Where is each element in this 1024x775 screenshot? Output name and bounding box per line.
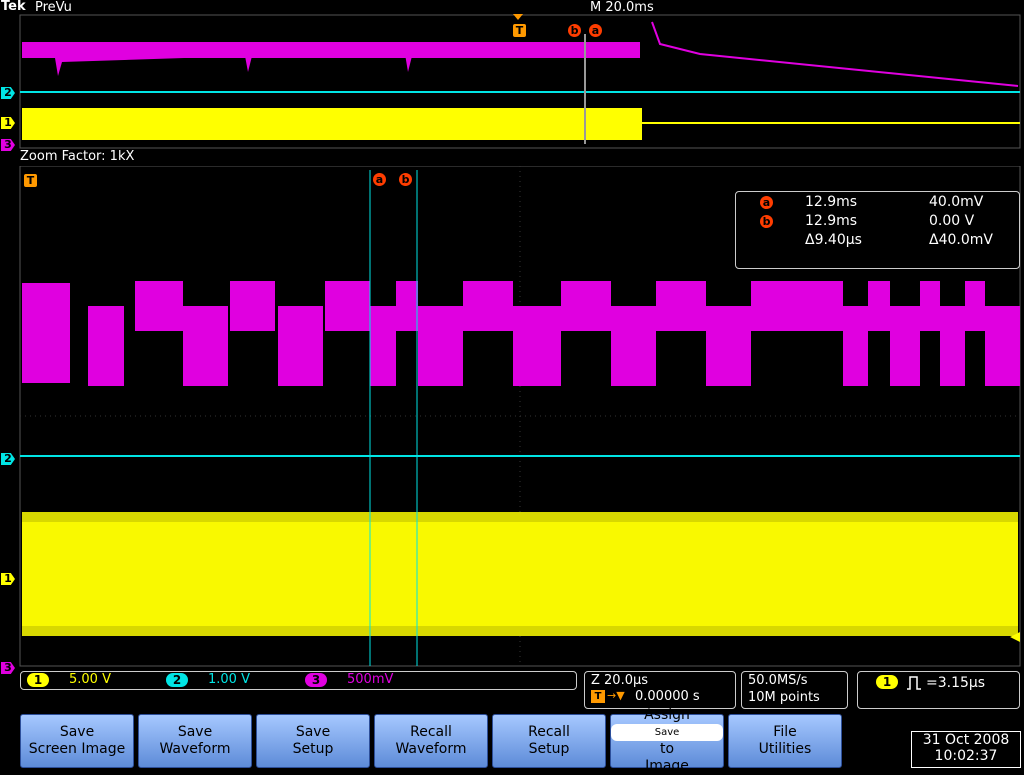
trigger-pos-arrow-icon: →▼ bbox=[607, 689, 625, 702]
readout-b-icon: b bbox=[760, 215, 773, 228]
readout-delta-volt: Δ40.0mV bbox=[929, 232, 993, 248]
readout-b-time: 12.9ms bbox=[805, 213, 858, 229]
preview-ch1-fill bbox=[22, 108, 642, 140]
sample-rate: 50.0MS/s bbox=[748, 673, 808, 688]
preview-ch3-fill bbox=[22, 42, 640, 58]
zoom-ch1-core bbox=[22, 522, 1018, 626]
button-label-line1: Assign bbox=[644, 707, 690, 723]
button-label-line1: Recall bbox=[528, 724, 570, 740]
button-label-line2: Waveform bbox=[159, 741, 231, 757]
assign-save-button[interactable]: Assign Save to Image bbox=[610, 707, 724, 774]
button-label-line2: Waveform bbox=[395, 741, 467, 757]
zoom-info-box[interactable]: Z 20.0µs T →▼ 0.00000 s bbox=[584, 671, 736, 709]
readout-a-icon: a bbox=[760, 196, 773, 209]
status-ch2-chip[interactable]: 2 bbox=[166, 673, 188, 687]
datetime-display: 31 Oct 2008 10:02:37 bbox=[911, 731, 1021, 768]
pulse-icon bbox=[907, 676, 921, 690]
readout-a-time: 12.9ms bbox=[805, 194, 858, 210]
save-screen-image-button[interactable]: Save Screen Image bbox=[20, 714, 134, 768]
zoom-cursor-a-marker[interactable]: a bbox=[373, 173, 386, 186]
time-label: 10:02:37 bbox=[934, 748, 998, 764]
record-length: 10M points bbox=[748, 690, 820, 705]
preview-display[interactable] bbox=[0, 14, 1024, 152]
brand-logo: Tek bbox=[1, 0, 26, 14]
save-setup-button[interactable]: Save Setup bbox=[256, 714, 370, 768]
channel-status-bar: 1 5.00 V 2 1.00 V 3 500mV bbox=[20, 671, 577, 690]
mode-label: PreVu bbox=[35, 0, 72, 15]
preview-cursor-b-marker[interactable]: b bbox=[568, 24, 581, 37]
preview-trigger-marker[interactable]: T bbox=[513, 24, 526, 37]
trigger-pos-value: 0.00000 s bbox=[635, 689, 700, 704]
cursor-readout: a 12.9ms 40.0mV b 12.9ms 0.00 V Δ9.40µs … bbox=[735, 191, 1020, 269]
button-label-line2: Utilities bbox=[758, 741, 812, 757]
status-ch1-chip[interactable]: 1 bbox=[27, 673, 49, 687]
button-label-line3: Image bbox=[645, 758, 689, 774]
date-label: 31 Oct 2008 bbox=[922, 732, 1010, 748]
button-label-line1: Save bbox=[295, 724, 331, 740]
readout-delta-time: Δ9.40µs bbox=[805, 232, 862, 248]
status-ch2-scale[interactable]: 1.00 V bbox=[208, 672, 250, 687]
recall-setup-button[interactable]: Recall Setup bbox=[492, 714, 606, 768]
button-label-line1: File bbox=[773, 724, 797, 740]
preview-cursor-a-marker[interactable]: a bbox=[589, 24, 602, 37]
trigger-pulse-width: =3.15µs bbox=[926, 675, 986, 691]
save-waveform-button[interactable]: Save Waveform bbox=[138, 714, 252, 768]
button-label-line2: to bbox=[659, 741, 675, 757]
zoom-factor-label: Zoom Factor: 1kX bbox=[20, 149, 135, 164]
save-pill-icon: Save bbox=[611, 724, 723, 741]
button-label-line2: Screen Image bbox=[28, 741, 126, 757]
acquisition-box[interactable]: 50.0MS/s 10M points bbox=[741, 671, 848, 709]
trigger-info-box[interactable]: 1 =3.15µs bbox=[857, 671, 1020, 709]
readout-b-volt: 0.00 V bbox=[929, 213, 975, 229]
zoom-trigger-marker[interactable]: T bbox=[24, 174, 37, 187]
status-ch1-scale[interactable]: 5.00 V bbox=[69, 672, 111, 687]
trigger-source-chip: 1 bbox=[876, 675, 898, 689]
button-label-line2: Setup bbox=[528, 741, 570, 757]
timebase-label: M 20.0ms bbox=[590, 0, 654, 15]
button-label-line1: Save bbox=[59, 724, 95, 740]
file-utilities-button[interactable]: File Utilities bbox=[728, 714, 842, 768]
recall-waveform-button[interactable]: Recall Waveform bbox=[374, 714, 488, 768]
status-ch3-scale[interactable]: 500mV bbox=[347, 672, 393, 687]
status-ch3-chip[interactable]: 3 bbox=[305, 673, 327, 687]
trigger-pos-icon: T bbox=[591, 690, 605, 703]
button-label-line1: Recall bbox=[410, 724, 452, 740]
readout-a-volt: 40.0mV bbox=[929, 194, 984, 210]
button-label-line2: Setup bbox=[292, 741, 334, 757]
trigger-pointer-icon bbox=[513, 14, 523, 20]
button-label-line1: Save bbox=[177, 724, 213, 740]
zoom-cursor-b-marker[interactable]: b bbox=[399, 173, 412, 186]
zoom-scale: Z 20.0µs bbox=[591, 673, 649, 688]
